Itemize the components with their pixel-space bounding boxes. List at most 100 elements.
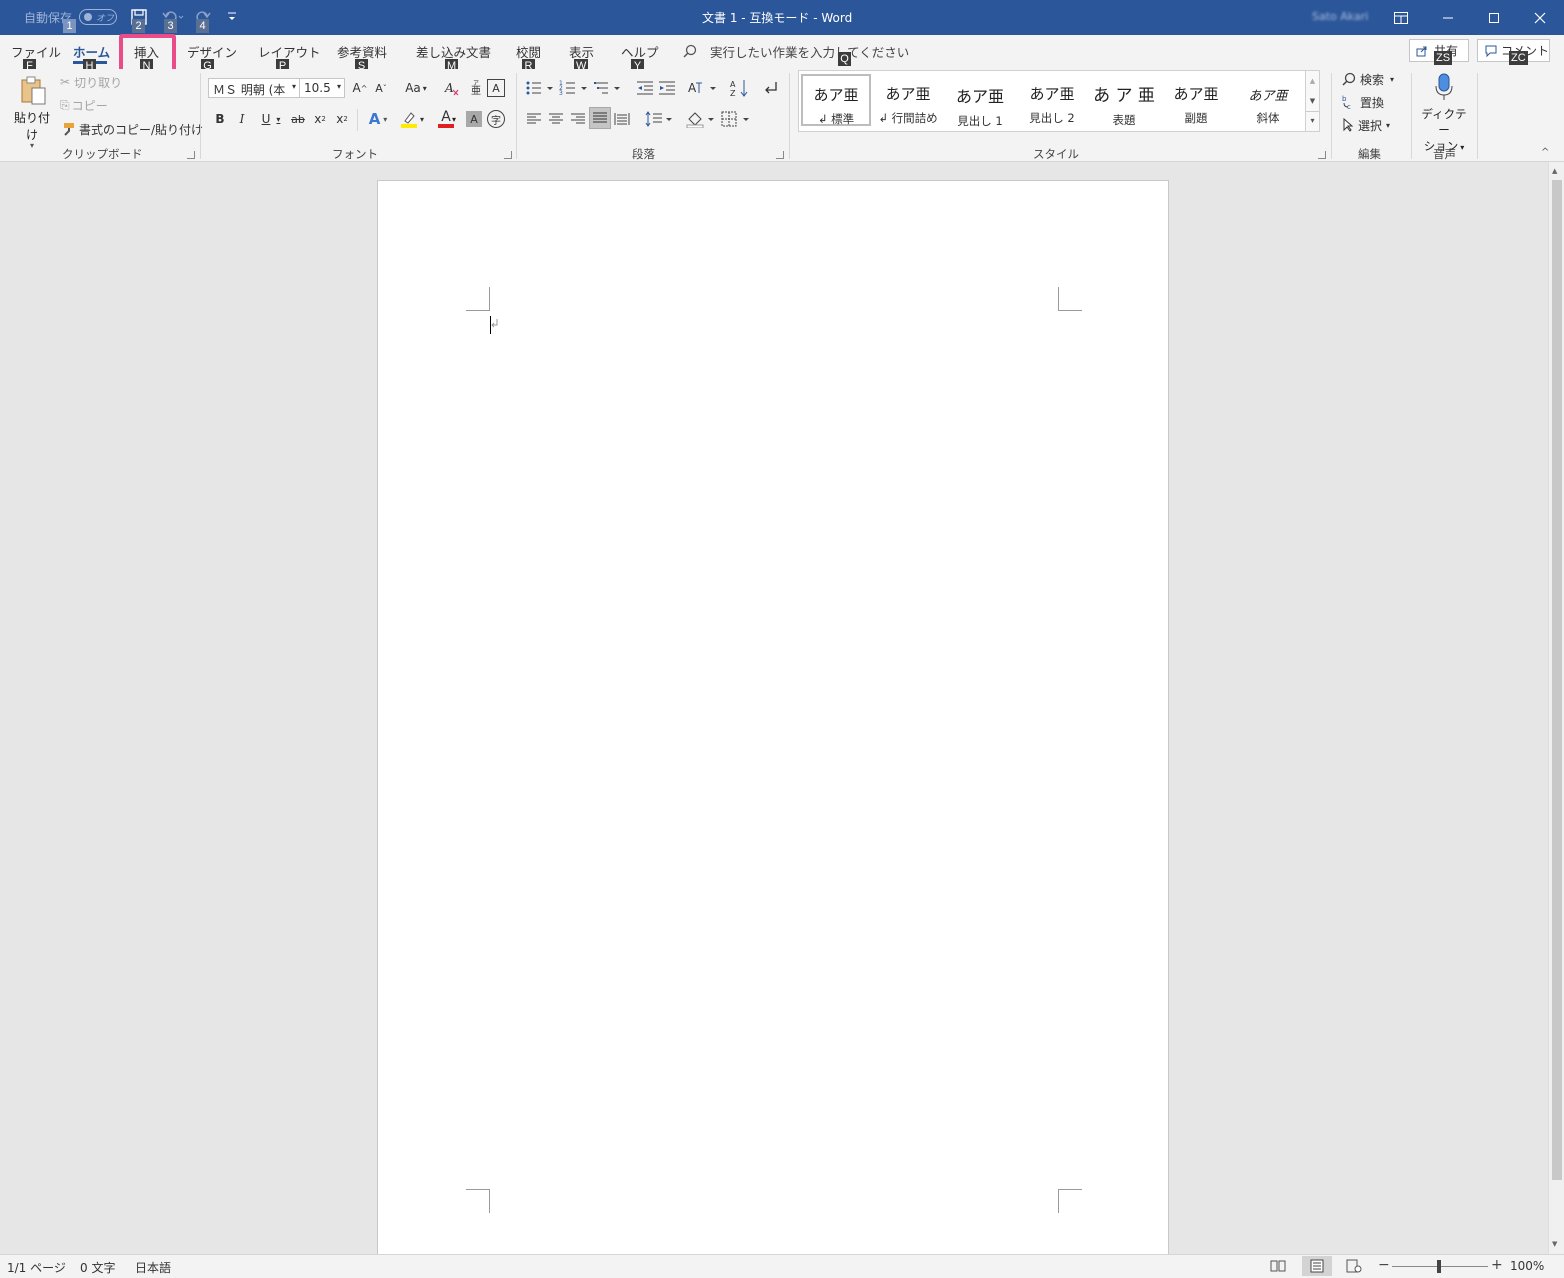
zoom-out-button[interactable]: − — [1378, 1257, 1390, 1273]
shading-button[interactable] — [686, 110, 716, 131]
tab-layout[interactable]: レイアウト — [258, 42, 321, 61]
distributed-button[interactable] — [614, 111, 630, 130]
phonetic-guide-button[interactable]: ア亜 — [467, 79, 485, 97]
style-label: 見出し 1 — [957, 114, 1003, 128]
font-name-select[interactable]: ＭＳ 明朝 (本 ▾ — [208, 78, 300, 98]
justify-button[interactable] — [589, 107, 611, 129]
clear-formatting-button[interactable]: A — [443, 79, 461, 97]
style-heading-1[interactable]: あア亜 見出し 1 — [945, 75, 1015, 128]
paragraph-mark-icon — [765, 82, 777, 94]
chevron-down-icon[interactable]: ▾ — [452, 115, 456, 124]
dictate-button[interactable]: ディクテー ション ▾ — [1418, 72, 1470, 154]
font-color-button[interactable]: A — [431, 109, 461, 129]
vertical-scrollbar[interactable]: ▲ ▼ — [1548, 162, 1564, 1254]
borders-button[interactable] — [721, 110, 751, 131]
clipboard-dialog-launcher[interactable] — [187, 151, 195, 159]
zoom-slider-thumb[interactable] — [1437, 1260, 1441, 1273]
user-name[interactable]: Sato Akari — [1312, 10, 1368, 23]
qat-customize-icon[interactable] — [227, 11, 237, 26]
grow-font-icon: A — [352, 81, 361, 95]
style-label: 副題 — [1184, 111, 1208, 125]
styles-more-button[interactable]: ▾ — [1306, 111, 1319, 131]
find-button[interactable]: 検索 ▾ — [1342, 69, 1394, 89]
paragraph-dialog-launcher[interactable] — [776, 151, 784, 159]
scroll-down-arrow-icon[interactable]: ▼ — [1552, 1240, 1557, 1248]
replace-button[interactable]: bc 置換 — [1342, 92, 1384, 112]
select-button[interactable]: 選択 ▾ — [1342, 115, 1390, 135]
highlight-color-button[interactable]: ▾ — [397, 109, 427, 129]
close-button[interactable] — [1517, 0, 1563, 35]
styles-scroll-down-button[interactable]: ▼ — [1306, 91, 1319, 111]
increase-indent-button[interactable] — [658, 79, 676, 100]
zoom-level[interactable]: 100% — [1510, 1259, 1544, 1273]
style-no-spacing[interactable]: あア亜 ↲ 行間詰め — [873, 75, 943, 127]
paste-label: 貼り付け — [13, 111, 50, 142]
keytip-qat-4: 4 — [196, 19, 209, 33]
text-direction-button[interactable]: A — [688, 79, 718, 100]
language-indicator[interactable]: 日本語 — [135, 1259, 171, 1276]
group-label-font: フォント — [332, 147, 378, 161]
character-border-button[interactable]: A — [487, 79, 505, 97]
page-count[interactable]: 1/1 ページ — [7, 1259, 66, 1276]
bold-button[interactable]: B — [212, 109, 228, 129]
web-layout-button[interactable] — [1346, 1259, 1362, 1276]
find-label: 検索 — [1360, 72, 1385, 87]
superscript-button[interactable]: x2 — [334, 109, 350, 129]
change-case-button[interactable]: Aa ▾ — [400, 79, 432, 97]
multilevel-icon — [594, 82, 620, 94]
character-shading-button[interactable]: A — [466, 111, 482, 127]
copy-button[interactable]: ⎘ コピー — [60, 95, 108, 115]
ribbon-display-options-button[interactable] — [1378, 0, 1424, 35]
line-spacing-button[interactable] — [645, 111, 673, 130]
autosave-state: オフ — [96, 14, 115, 24]
styles-dialog-launcher[interactable] — [1318, 151, 1326, 159]
numbering-button[interactable]: 123 — [559, 79, 589, 100]
enclose-characters-button[interactable]: 字 — [487, 110, 505, 128]
document-page[interactable] — [377, 180, 1169, 1260]
italic-button[interactable]: I — [234, 109, 250, 129]
show-marks-button[interactable] — [762, 79, 780, 100]
strikethrough-button[interactable]: ab — [289, 109, 307, 129]
align-center-button[interactable] — [548, 111, 564, 130]
clear-format-icon: A — [444, 81, 459, 96]
align-right-button[interactable] — [570, 111, 586, 130]
align-left-button[interactable] — [526, 111, 542, 130]
sort-button[interactable]: AZ — [730, 78, 750, 101]
search-box[interactable]: 実行したい作業を入力してください — [683, 42, 909, 60]
read-mode-button[interactable] — [1270, 1259, 1286, 1276]
styles-scroll-up-button[interactable]: ▲ — [1306, 71, 1319, 91]
style-heading-2[interactable]: あア亜 見出し 2 — [1017, 75, 1087, 127]
font-size-select[interactable]: 10.5 ▾ — [299, 78, 345, 98]
multilevel-list-button[interactable] — [594, 79, 624, 100]
bullets-button[interactable] — [525, 79, 555, 100]
collapse-ribbon-button[interactable]: ^ — [1541, 147, 1549, 158]
minimize-button[interactable] — [1425, 0, 1471, 35]
style-emphasis[interactable]: あア亜 斜体 — [1233, 75, 1303, 127]
paste-button[interactable]: 貼り付け ▾ — [9, 73, 55, 150]
print-layout-button[interactable] — [1302, 1256, 1332, 1276]
shrink-font-button[interactable]: Aˇ — [372, 79, 390, 97]
style-subtitle[interactable]: あア亜 副題 — [1161, 75, 1231, 127]
tab-file[interactable]: ファイル — [11, 42, 61, 61]
font-dialog-launcher[interactable] — [504, 151, 512, 159]
zoom-in-button[interactable]: + — [1491, 1257, 1503, 1273]
style-preview: あア亜 — [885, 85, 931, 103]
group-label-clipboard: クリップボード — [62, 147, 143, 161]
scroll-thumb[interactable] — [1552, 180, 1562, 1180]
subscript-button[interactable]: x2 — [312, 109, 328, 129]
text-effects-button[interactable]: A ▾ — [364, 109, 392, 129]
decrease-indent-button[interactable] — [636, 79, 654, 100]
style-normal[interactable]: あア亜 ↲ 標準 — [801, 74, 871, 126]
autosave-switch[interactable]: オフ — [79, 9, 117, 25]
scroll-up-arrow-icon[interactable]: ▲ — [1552, 167, 1557, 175]
maximize-button[interactable] — [1471, 0, 1517, 35]
format-painter-button[interactable]: 書式のコピー/貼り付け — [60, 119, 203, 139]
style-title[interactable]: あ ア 亜 表題 — [1089, 75, 1159, 127]
cut-button[interactable]: ✂ 切り取り — [60, 72, 122, 92]
line-spacing-icon — [645, 111, 672, 127]
chevron-down-icon: ▾ — [1386, 120, 1391, 130]
keytip-comment: ZC — [1509, 51, 1528, 65]
word-count[interactable]: 0 文字 — [80, 1259, 115, 1276]
underline-button[interactable]: U ▾ — [256, 109, 286, 129]
grow-font-button[interactable]: A ^ — [351, 79, 369, 97]
